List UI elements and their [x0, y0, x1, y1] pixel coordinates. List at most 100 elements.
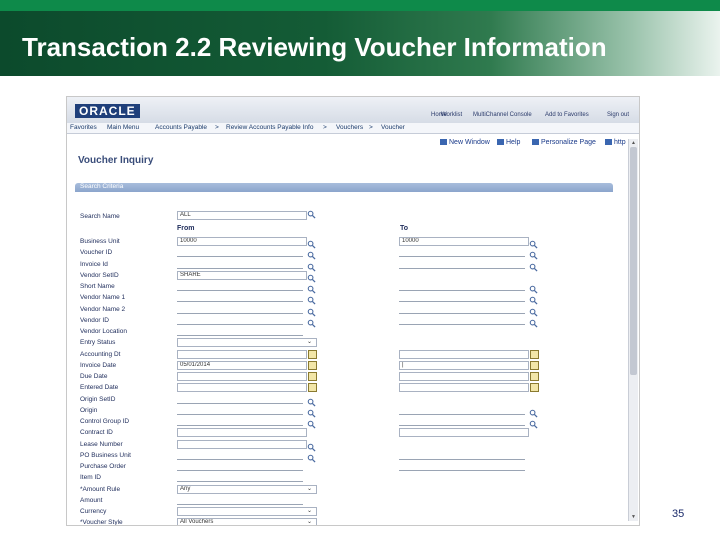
nav-voucher[interactable]: Voucher [381, 124, 405, 131]
origin-setid-from-lookup-icon[interactable] [307, 394, 316, 407]
invoice-date-from-calendar-icon[interactable] [308, 360, 317, 370]
invoice-id-to-field[interactable] [399, 267, 525, 269]
short-name-from-field[interactable] [177, 290, 303, 291]
lease-number-from-lookup-icon[interactable] [307, 439, 316, 452]
vendor-id-to-lookup-icon[interactable] [529, 315, 538, 328]
invoice-id-to-lookup-icon[interactable] [529, 259, 538, 272]
vendor-location-from-field[interactable] [177, 335, 303, 336]
voucher-id-label: Voucher ID [80, 249, 113, 257]
origin-from-lookup-icon[interactable] [307, 405, 316, 418]
control-group-id-from-field[interactable] [177, 425, 303, 426]
add-to-favorites-link[interactable]: Add to Favorites [545, 112, 589, 118]
vendor-id-from-field[interactable] [177, 323, 303, 325]
short-name-to-field[interactable] [399, 290, 525, 291]
contract-id-from-field[interactable] [177, 428, 307, 438]
invoice-id-from-field[interactable] [177, 267, 303, 269]
accounting-dt-to-field[interactable] [399, 349, 529, 359]
accounting-dt-label: Accounting Dt [80, 350, 121, 358]
vendor-name-1-to-lookup-icon[interactable] [529, 292, 538, 305]
amount-rule-dropdown-chevron-icon[interactable]: ⌄ [307, 485, 312, 492]
accounting-dt-from-field[interactable] [177, 349, 307, 359]
currency-dropdown-chevron-icon[interactable]: ⌄ [307, 507, 312, 514]
search-name-lookup-icon[interactable] [307, 210, 316, 219]
voucher-id-from-field[interactable] [177, 256, 303, 258]
vendor-name-2-from-lookup-icon[interactable] [307, 304, 316, 317]
invoice-id-from-lookup-icon[interactable] [307, 259, 316, 272]
due-date-from-calendar-icon[interactable] [308, 372, 317, 381]
scroll-thumb[interactable] [630, 147, 637, 375]
vendor-name-1-from-lookup-icon[interactable] [307, 292, 316, 305]
control-group-id-to-field[interactable] [399, 425, 525, 426]
search-name-field[interactable]: ALL [177, 211, 307, 220]
control-group-id-from-lookup-icon[interactable] [307, 416, 316, 429]
short-name-to-lookup-icon[interactable] [529, 281, 538, 294]
scroll-up-arrow-icon[interactable]: ▲ [629, 139, 638, 147]
multichannel-console-link[interactable]: MultiChannel Console [473, 112, 532, 118]
origin-to-field[interactable] [399, 413, 525, 415]
vendor-id-from-lookup-icon[interactable] [307, 315, 316, 328]
vendor-id-to-field[interactable] [399, 323, 525, 325]
short-name-from-lookup-icon[interactable] [307, 281, 316, 294]
purchase-order-from-field[interactable] [177, 470, 303, 471]
nav-vouchers[interactable]: Vouchers [336, 124, 363, 131]
lease-number-from-field[interactable] [177, 439, 307, 449]
vendor-name-2-label: Vendor Name 2 [80, 305, 126, 313]
entered-date-to-calendar-icon[interactable] [530, 383, 539, 393]
currency-from-field[interactable] [177, 507, 317, 516]
accounting-dt-from-calendar-icon[interactable] [308, 349, 317, 359]
nav-accounts-payable[interactable]: Accounts Payable [155, 124, 207, 131]
vendor-setid-from-lookup-icon[interactable] [307, 270, 316, 283]
nav-favorites[interactable]: Favorites [70, 124, 97, 131]
voucher-id-to-field[interactable] [399, 256, 525, 258]
contract-id-to-field[interactable] [399, 428, 529, 438]
amount-from-field[interactable] [177, 503, 303, 505]
vendor-name-2-from-field[interactable] [177, 312, 303, 314]
entered-date-from-field[interactable] [177, 383, 307, 393]
worklist-link[interactable]: Worklist [441, 112, 462, 118]
to-column-header: To [400, 225, 409, 232]
due-date-from-field[interactable] [177, 372, 307, 381]
voucher-style-from-field[interactable]: All Vouchers [177, 518, 317, 525]
personalize-page-link[interactable]: Personalize Page [532, 139, 596, 146]
control-group-id-to-lookup-icon[interactable] [529, 416, 538, 429]
business-unit-from-field[interactable]: 10000 [177, 237, 307, 246]
vendor-setid-from-field[interactable]: SHARE [177, 270, 307, 280]
origin-setid-from-field[interactable] [177, 402, 303, 404]
entered-date-from-calendar-icon[interactable] [308, 383, 317, 393]
help-link[interactable]: Help [497, 139, 520, 146]
business-unit-to-lookup-icon[interactable] [529, 236, 538, 249]
nav-review-ap-info[interactable]: Review Accounts Payable Info [226, 124, 313, 131]
po-business-unit-from-lookup-icon[interactable] [307, 450, 316, 463]
sign-out-link[interactable]: Sign out [607, 112, 629, 118]
amount-rule-from-field[interactable]: Any [177, 484, 317, 494]
due-date-to-field[interactable] [399, 372, 529, 381]
origin-to-lookup-icon[interactable] [529, 405, 538, 418]
vertical-scrollbar[interactable]: ▲ ▼ [628, 139, 638, 521]
invoice-date-to-field[interactable]: | [399, 360, 529, 370]
business-unit-from-lookup-icon[interactable] [307, 236, 316, 249]
entered-date-to-field[interactable] [399, 383, 529, 393]
vendor-name-2-to-lookup-icon[interactable] [529, 304, 538, 317]
vendor-name-1-to-field[interactable] [399, 301, 525, 303]
voucher-id-from-lookup-icon[interactable] [307, 247, 316, 260]
po-business-unit-from-field[interactable] [177, 458, 303, 460]
new-window-link[interactable]: New Window [440, 139, 490, 146]
invoice-date-from-field[interactable]: 05/01/2014 [177, 360, 307, 370]
business-unit-to-field[interactable]: 10000 [399, 237, 529, 246]
nav-main-menu[interactable]: Main Menu [107, 124, 139, 131]
due-date-to-calendar-icon[interactable] [530, 372, 539, 381]
vendor-name-2-to-field[interactable] [399, 312, 525, 314]
purchase-order-to-field[interactable] [399, 470, 525, 471]
entry-status-from-field[interactable] [177, 338, 317, 348]
voucher-style-dropdown-chevron-icon[interactable]: ⌄ [307, 518, 312, 525]
http-link[interactable]: http [605, 139, 626, 146]
voucher-id-to-lookup-icon[interactable] [529, 247, 538, 260]
accounting-dt-to-calendar-icon[interactable] [530, 349, 539, 359]
po-business-unit-to-field[interactable] [399, 458, 525, 460]
vendor-name-1-from-field[interactable] [177, 301, 303, 303]
entry-status-dropdown-chevron-icon[interactable]: ⌄ [307, 338, 312, 345]
origin-from-field[interactable] [177, 413, 303, 415]
invoice-date-to-calendar-icon[interactable] [530, 360, 539, 370]
item-id-from-field[interactable] [177, 481, 303, 483]
scroll-down-arrow-icon[interactable]: ▼ [629, 513, 638, 521]
